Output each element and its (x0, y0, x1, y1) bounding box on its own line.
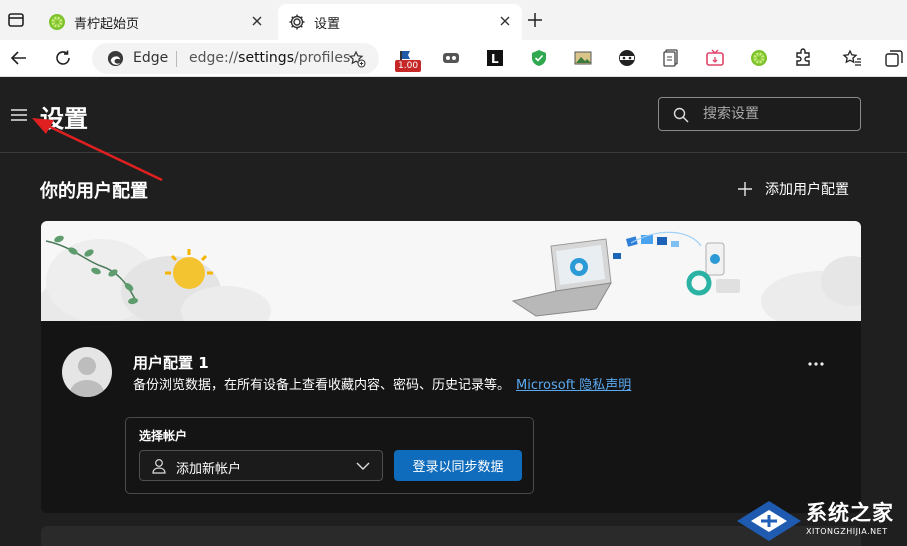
profile-description: 备份浏览数据，在所有设备上查看收藏内容、密码、历史记录等。 Microsoft 隐… (133, 378, 632, 393)
collections-icon[interactable] (884, 48, 904, 68)
address-divider (176, 51, 177, 67)
profile-name: 用户配置 1 (133, 354, 209, 372)
avatar (62, 347, 112, 397)
privacy-statement-link[interactable]: Microsoft 隐私声明 (516, 378, 631, 393)
address-bar[interactable]: Edge edge://settings/profiles (92, 43, 379, 74)
profile-card: 用户配置 1 备份浏览数据，在所有设备上查看收藏内容、密码、历史记录等。 Micr… (41, 321, 861, 513)
plus-icon (738, 182, 752, 196)
favorites-icon[interactable] (842, 48, 862, 68)
user-silhouette-icon (70, 357, 104, 397)
add-profile-label: 添加用户配置 (765, 182, 849, 198)
add-profile-button[interactable]: 添加用户配置 (737, 178, 849, 200)
search-icon (673, 107, 689, 123)
menu-icon[interactable] (10, 108, 28, 122)
tv-extension-icon[interactable] (705, 48, 725, 68)
game-extension-icon[interactable] (441, 48, 461, 68)
address-brand: Edge (133, 50, 169, 66)
address-url: edge://settings/profiles (189, 50, 351, 66)
tab-strip: 青柠起始页 设置 (0, 0, 907, 40)
account-label: 选择帐户 (139, 429, 188, 443)
refresh-icon[interactable] (53, 48, 73, 68)
ninja-extension-icon[interactable] (617, 48, 637, 68)
tab-settings[interactable]: 设置 (278, 4, 522, 40)
back-icon[interactable] (9, 48, 29, 68)
image-extension-icon[interactable] (573, 48, 593, 68)
search-settings-box[interactable] (658, 97, 861, 131)
watermark-text: 系统之家 (806, 501, 894, 525)
svg-text:L: L (491, 52, 499, 66)
watermark-subtext: XITONGZHIJIA.NET (806, 527, 888, 536)
letter-l-extension-icon[interactable]: L (485, 48, 505, 68)
profiles-banner-illustration (41, 221, 861, 321)
extensions-puzzle-icon[interactable] (793, 48, 813, 68)
account-selector-panel: 选择帐户 添加新帐户 登录以同步数据 (125, 417, 534, 494)
settings-header: 设置 (0, 77, 907, 153)
tab-title: 设置 (314, 17, 341, 32)
account-dropdown[interactable]: 添加新帐户 (139, 450, 383, 481)
close-icon[interactable] (498, 14, 512, 28)
gear-icon (289, 14, 305, 30)
lime-extension-icon[interactable] (749, 48, 769, 68)
tab-title: 青柠起始页 (74, 17, 140, 32)
search-input[interactable] (703, 104, 853, 124)
tab-qingning[interactable]: 青柠起始页 (38, 4, 274, 40)
laptop-illustration (511, 238, 612, 317)
account-value: 添加新帐户 (176, 462, 242, 477)
add-favorite-icon[interactable] (348, 50, 366, 68)
lime-icon (49, 14, 65, 30)
page-title: 设置 (40, 105, 88, 133)
edge-logo-icon (107, 50, 124, 67)
person-icon (152, 459, 166, 474)
sign-in-sync-button[interactable]: 登录以同步数据 (394, 450, 522, 481)
toolbar: Edge edge://settings/profiles 1.00 L (0, 40, 907, 77)
section-title: 你的用户配置 (40, 181, 148, 202)
banner-art (41, 231, 861, 321)
more-options-icon[interactable] (807, 361, 825, 367)
chevron-down-icon (356, 462, 370, 470)
tab-actions-icon[interactable] (6, 10, 26, 30)
document-extension-icon[interactable] (661, 48, 681, 68)
phone-illustration (686, 242, 740, 296)
shield-extension-icon[interactable] (529, 48, 549, 68)
close-icon[interactable] (250, 14, 264, 28)
extension-badge: 1.00 (395, 60, 422, 72)
new-tab-icon[interactable] (526, 11, 544, 29)
